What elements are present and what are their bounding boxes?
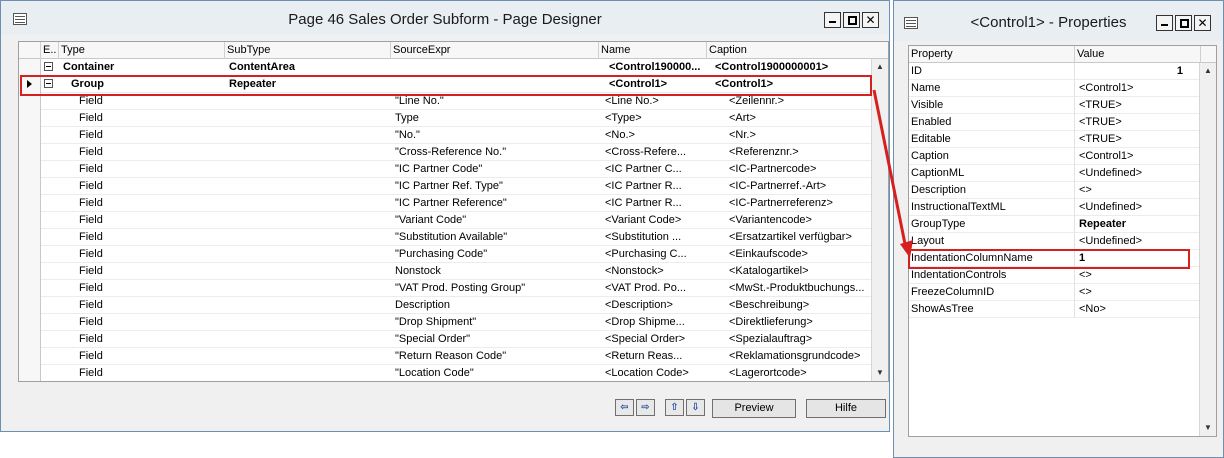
arrow-shaft xyxy=(872,89,907,245)
arrow-head xyxy=(900,240,913,258)
annotation-arrow xyxy=(872,89,913,258)
